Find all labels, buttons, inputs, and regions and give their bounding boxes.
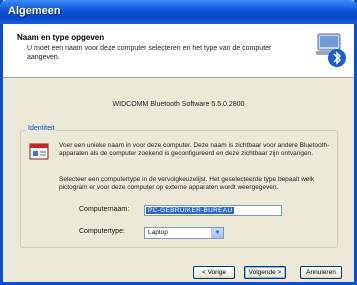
chevron-down-icon[interactable]: ▼	[211, 228, 223, 238]
wizard-header: Naam en type opgeven U moet een naam voo…	[3, 24, 354, 78]
computer-id-icon	[29, 143, 49, 160]
header-title: Naam en type opgeven	[17, 33, 105, 42]
computer-type-value: Laptop	[148, 229, 168, 236]
computer-name-value: PC-GEBRUIKER-BUREAU	[146, 207, 235, 214]
software-version: WIDCOMM Bluetooth Software 5.5.0.2800	[112, 101, 245, 108]
identity-description: Voer een unieke naam in voor deze comput…	[59, 142, 330, 157]
identity-group-legend: Identiteit	[26, 125, 57, 132]
bluetooth-computer-icon	[316, 33, 346, 67]
computer-name-field[interactable]: PC-GEBRUIKER-BUREAU	[144, 205, 282, 216]
title-bar[interactable]: Algemeen	[0, 0, 357, 24]
header-subtitle: U moet een naam voor deze computer selec…	[27, 45, 272, 61]
window-title: Algemeen	[8, 5, 61, 17]
wizard-window: Algemeen Naam en type opgeven U moet een…	[0, 0, 357, 285]
computer-type-select[interactable]: Laptop ▼	[144, 227, 224, 239]
next-button[interactable]: Volgende >	[244, 266, 286, 279]
back-button[interactable]: < Vorige	[193, 266, 235, 279]
computer-type-label: Computertype:	[79, 228, 125, 235]
cancel-button[interactable]: Annuleren	[300, 266, 342, 279]
computer-name-label: Computernaam:	[79, 206, 130, 213]
type-description: Selecteer een computertype in de vervolg…	[59, 176, 315, 191]
